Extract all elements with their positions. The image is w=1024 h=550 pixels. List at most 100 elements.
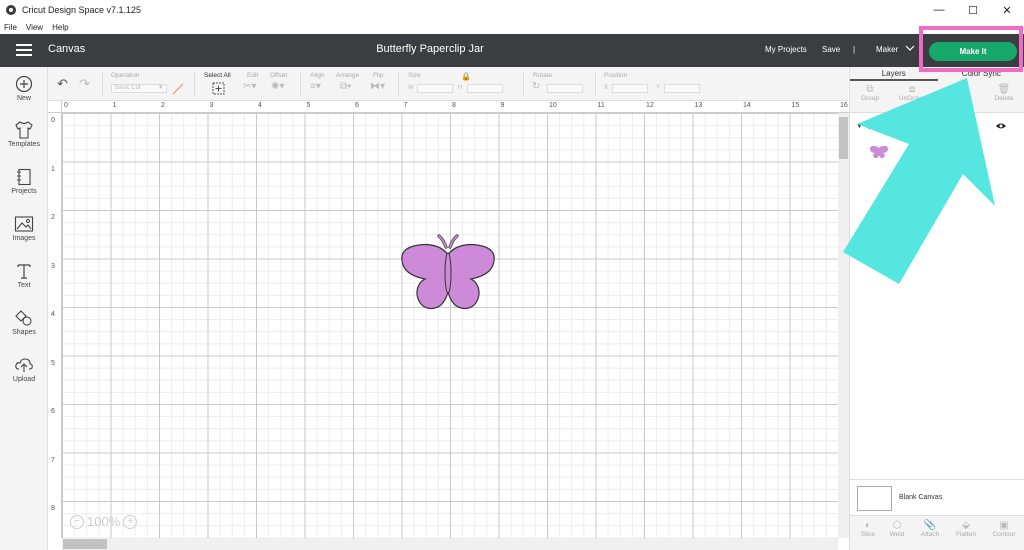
paperclip-icon: 📎 xyxy=(923,520,937,531)
size-h-label: H xyxy=(458,85,463,91)
ungroup-icon: ⧈ xyxy=(908,84,916,95)
duplicate-button[interactable]: ❐ Duplicate xyxy=(938,84,974,102)
tool-images[interactable]: Images xyxy=(0,215,48,242)
scissors-edit-icon[interactable]: ✂▾ xyxy=(243,81,256,92)
lock-icon[interactable]: 🔒 xyxy=(461,72,471,81)
chevron-down-icon: ▾ xyxy=(159,84,163,91)
menu-bar: File View Help xyxy=(0,20,1024,34)
weld-button[interactable]: ⬡ Weld xyxy=(879,520,915,538)
ruler-top-number: 14 xyxy=(743,102,751,109)
attach-button[interactable]: 📎 Attach xyxy=(912,520,948,538)
offset-icon[interactable]: ✺▾ xyxy=(271,81,284,92)
zoom-in-button[interactable]: + xyxy=(123,514,138,529)
duplicate-label: Duplicate xyxy=(942,95,970,102)
attach-label: Attach xyxy=(920,531,940,538)
ruler-top-number: 5 xyxy=(306,102,311,109)
butterfly-image[interactable] xyxy=(397,233,499,315)
arrange-label: Arrange xyxy=(336,72,360,79)
menu-file[interactable]: File xyxy=(4,23,17,32)
tool-upload[interactable]: Upload xyxy=(0,356,48,383)
select-all-label[interactable]: Select All xyxy=(204,72,231,79)
close-button[interactable]: ✕ xyxy=(990,0,1024,20)
ruler-top-number: 8 xyxy=(452,102,456,109)
blank-canvas-swatch[interactable] xyxy=(857,486,892,511)
ruler-top-number: 3 xyxy=(209,102,214,109)
redo-icon[interactable]: ↷ xyxy=(79,76,90,92)
horizontal-scroll-thumb[interactable] xyxy=(63,539,107,549)
undo-icon[interactable]: ↶ xyxy=(57,76,68,92)
offset-label: Offset xyxy=(270,72,288,79)
minimize-button[interactable]: — xyxy=(922,0,956,20)
zoom-level: 100% xyxy=(87,514,121,529)
position-y-input[interactable] xyxy=(664,84,700,93)
position-x-input[interactable] xyxy=(612,84,648,93)
tool-label: Upload xyxy=(12,376,36,383)
tool-new[interactable]: New xyxy=(0,75,48,102)
header-separator: | xyxy=(853,45,856,54)
machine-select[interactable]: Maker xyxy=(876,45,898,54)
project-title: Butterfly Paperclip Jar xyxy=(376,43,484,55)
ruler-left-number: 4 xyxy=(51,311,55,318)
linetype-color-swatch-icon[interactable] xyxy=(171,82,185,96)
flip-icon[interactable]: ⧓▾ xyxy=(370,81,385,92)
tool-templates[interactable]: Templates xyxy=(0,121,48,148)
image-icon xyxy=(14,216,34,232)
vertical-scroll-thumb[interactable] xyxy=(839,117,848,159)
blank-canvas-row[interactable]: Blank Canvas xyxy=(850,479,1024,515)
text-t-icon xyxy=(17,264,31,279)
arrange-icon[interactable]: ⧉▾ xyxy=(340,81,351,92)
menu-help[interactable]: Help xyxy=(52,23,68,32)
ungroup-button[interactable]: ⧈ UnGroup xyxy=(894,84,930,102)
eye-visibility-icon[interactable] xyxy=(995,122,1007,130)
zoom-control: − 100% + xyxy=(70,514,138,529)
duplicate-icon: ❐ xyxy=(951,84,961,95)
flatten-button[interactable]: ⬙ Flatten xyxy=(948,520,984,538)
ruler-top-number: 12 xyxy=(646,102,654,109)
edit-label: Edit xyxy=(247,72,259,79)
layer-row[interactable]: ▼ P xyxy=(850,117,1024,177)
height-input[interactable] xyxy=(467,84,503,93)
my-projects-link[interactable]: My Projects xyxy=(765,45,807,54)
rotate-label: Rotate xyxy=(533,72,553,79)
expand-triangle-icon[interactable]: ▼ xyxy=(856,123,863,130)
ruler-top-number: 1 xyxy=(112,102,117,109)
ruler-left-number: 6 xyxy=(51,408,55,415)
rotate-input[interactable] xyxy=(547,84,583,93)
contour-button[interactable]: ▣ Contour xyxy=(986,520,1022,538)
cloud-upload-icon xyxy=(15,358,33,372)
ruler-left-number: 7 xyxy=(51,456,55,464)
position-label: Position xyxy=(604,72,628,79)
make-it-highlight-box xyxy=(919,26,1023,72)
width-input[interactable] xyxy=(417,84,453,93)
align-icon[interactable]: ≡▾ xyxy=(310,81,321,92)
zoom-out-button[interactable]: − xyxy=(70,514,84,529)
vertical-scrollbar[interactable] xyxy=(838,113,849,538)
shirt-icon xyxy=(15,121,33,139)
tool-label: Templates xyxy=(8,141,40,148)
tool-projects[interactable]: Projects xyxy=(0,168,48,195)
tool-text[interactable]: Text xyxy=(0,262,48,289)
ruler-top-number: 11 xyxy=(597,102,605,109)
group-label: Group xyxy=(860,95,880,102)
ruler-top-number: 0 xyxy=(64,102,68,109)
weld-label: Weld xyxy=(889,531,905,538)
ruler-top-number: 15 xyxy=(791,102,800,109)
shapes-icon xyxy=(15,310,32,326)
layer-thumbnail-butterfly xyxy=(870,145,888,159)
tool-shapes[interactable]: Shapes xyxy=(0,309,48,336)
ruler-top-number: 10 xyxy=(549,102,557,109)
ruler-left-number: 5 xyxy=(51,359,55,367)
left-toolbar: New Templates Projects Images Text Shape… xyxy=(0,67,48,550)
group-button[interactable]: ⧉ Group xyxy=(852,84,888,102)
delete-button[interactable]: 🗑 Delete xyxy=(986,84,1022,102)
menu-view[interactable]: View xyxy=(26,23,43,32)
trash-icon: 🗑 xyxy=(997,84,1011,95)
window-title: Cricut Design Space v7.1.125 xyxy=(22,5,142,15)
canvas-grid[interactable] xyxy=(62,113,838,538)
maximize-button[interactable]: ☐ xyxy=(956,0,990,20)
save-link[interactable]: Save xyxy=(822,45,840,54)
group-icon: ⧉ xyxy=(866,84,874,95)
horizontal-scrollbar[interactable] xyxy=(62,538,838,550)
select-all-icon[interactable] xyxy=(212,82,225,95)
chevron-down-icon[interactable] xyxy=(905,44,915,54)
